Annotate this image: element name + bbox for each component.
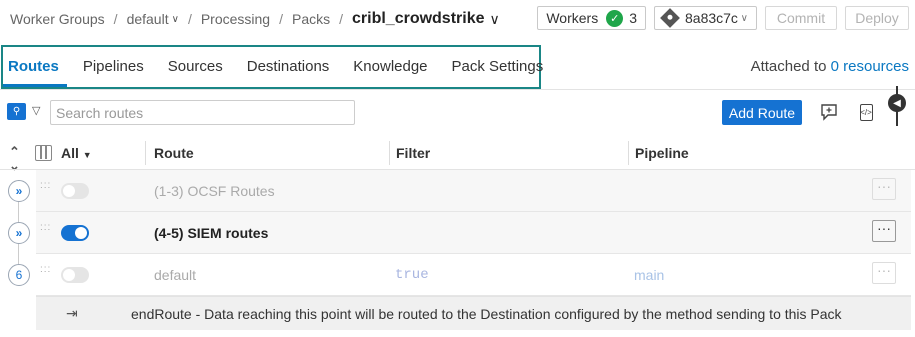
row-menu-button[interactable]: ··· [872, 178, 896, 200]
breadcrumb-separator: / [113, 11, 118, 27]
breadcrumb-worker-groups[interactable]: Worker Groups [10, 11, 105, 27]
column-divider [389, 141, 390, 165]
breadcrumb: Worker Groups / default ∨ / Processing / … [10, 8, 500, 30]
breadcrumb-separator: / [339, 11, 343, 27]
workers-button[interactable]: Workers ✓ 3 [537, 6, 646, 30]
tab-routes[interactable]: Routes [3, 47, 71, 87]
tab-pipelines[interactable]: Pipelines [71, 47, 156, 87]
table-row[interactable]: ::: default true main ··· [36, 254, 911, 296]
route-enable-toggle[interactable] [61, 225, 89, 241]
route-name: default [154, 267, 197, 283]
expand-collapse-icon[interactable]: ⌃ ⌄ [9, 145, 20, 177]
route-name: (4-5) SIEM routes [154, 225, 269, 241]
row-menu-button[interactable]: ··· [872, 262, 896, 284]
workers-label: Workers [546, 10, 599, 26]
breadcrumb-packs[interactable]: Packs [292, 11, 330, 27]
tab-destinations[interactable]: Destinations [235, 47, 342, 87]
caret-down-icon: ▼ [82, 150, 92, 160]
all-label: All [61, 145, 79, 161]
route-enable-toggle[interactable] [61, 267, 89, 283]
chevron-down-icon[interactable]: ∨ [490, 11, 500, 28]
tab-knowledge[interactable]: Knowledge [341, 47, 439, 87]
route-group-expand-button[interactable]: » [8, 222, 30, 244]
end-route-text: endRoute - Data reaching this point will… [131, 306, 842, 322]
divider [0, 89, 915, 90]
route-group-expand-button[interactable]: » [8, 180, 30, 202]
preview-toggle-icon[interactable]: ◀ [886, 86, 908, 126]
columns-icon[interactable] [35, 145, 52, 161]
check-icon: ✓ [606, 9, 624, 27]
drag-handle-icon[interactable]: ::: [40, 223, 50, 241]
end-route-row: ⇥ endRoute - Data reaching this point wi… [36, 296, 911, 330]
tab-pack-settings[interactable]: Pack Settings [440, 47, 556, 87]
table-row[interactable]: ::: (4-5) SIEM routes ··· [36, 212, 911, 254]
table-row[interactable]: ::: (1-3) OCSF Routes ··· [36, 170, 911, 212]
code-icon[interactable]: </> [856, 102, 876, 122]
routes-table-header: ⌃ ⌄ All ▼ Route Filter Pipeline [0, 137, 915, 173]
workers-count: 3 [629, 10, 637, 26]
column-header-filter[interactable]: Filter [396, 137, 430, 169]
drag-handle-icon[interactable]: ::: [40, 181, 50, 199]
header-controls: Workers ✓ 3 8a83c7c ∨ Commit Deploy [537, 6, 909, 30]
breadcrumb-processing[interactable]: Processing [201, 11, 270, 27]
chevron-down-icon[interactable]: ∨ [172, 14, 179, 25]
breadcrumb-default[interactable]: default [127, 11, 169, 27]
breadcrumb-separator: / [187, 11, 192, 27]
drag-handle-icon[interactable]: ::: [40, 265, 50, 283]
search-input[interactable] [50, 100, 355, 125]
route-filter[interactable]: true [395, 267, 429, 283]
pack-tabs: Routes Pipelines Sources Destinations Kn… [1, 45, 543, 89]
chevron-down-icon: ∨ [740, 12, 748, 24]
column-divider [145, 141, 146, 165]
comment-icon[interactable] [819, 102, 839, 122]
column-header-route[interactable]: Route [154, 137, 194, 169]
route-number-badge: 6 [8, 264, 30, 286]
attached-resources-link[interactable]: 0 resources [831, 58, 909, 75]
row-menu-button[interactable]: ··· [872, 220, 896, 242]
commit-hash: 8a83c7c [685, 10, 738, 26]
column-header-pipeline[interactable]: Pipeline [635, 137, 689, 169]
commit-icon [660, 8, 680, 28]
deploy-button[interactable]: Deploy [845, 6, 909, 30]
filter-icon[interactable]: ▽ [32, 104, 44, 118]
select-all[interactable]: All ▼ [61, 137, 92, 169]
column-divider [628, 141, 629, 165]
breadcrumb-current-pack[interactable]: cribl_crowdstrike [352, 10, 485, 28]
add-route-button[interactable]: Add Route [722, 100, 802, 125]
route-enable-toggle[interactable] [61, 183, 89, 199]
route-name: (1-3) OCSF Routes [154, 183, 275, 199]
tab-sources[interactable]: Sources [156, 47, 235, 87]
commit-selector[interactable]: 8a83c7c ∨ [654, 6, 757, 30]
attached-resources: Attached to 0 resources [751, 58, 909, 75]
attached-prefix: Attached to [750, 58, 827, 75]
breadcrumb-separator: / [279, 11, 283, 27]
commit-button[interactable]: Commit [765, 6, 837, 30]
end-route-icon: ⇥ [66, 305, 78, 321]
route-pipeline[interactable]: main [634, 267, 664, 283]
search-icon[interactable]: ⚲ [7, 103, 26, 120]
